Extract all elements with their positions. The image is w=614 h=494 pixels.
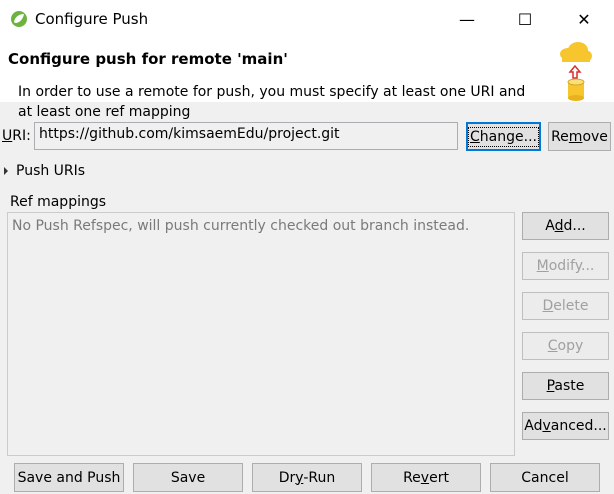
- change-uri-label: Change...: [468, 126, 539, 147]
- close-button[interactable]: ✕: [555, 0, 613, 38]
- change-uri-button[interactable]: Change...: [466, 122, 541, 151]
- push-uris-label: Push URIs: [16, 163, 86, 179]
- window-title: Configure Push: [35, 10, 149, 28]
- ref-mappings-placeholder: No Push Refspec, will push currently che…: [12, 218, 470, 234]
- modify-button[interactable]: Modify...: [522, 252, 609, 280]
- ref-mappings-list[interactable]: No Push Refspec, will push currently che…: [7, 212, 515, 456]
- add-button[interactable]: Add...: [522, 212, 609, 240]
- delete-button[interactable]: Delete: [522, 292, 609, 320]
- spring-leaf-icon: [11, 11, 27, 27]
- modify-label: Modify...: [536, 258, 595, 274]
- copy-button[interactable]: Copy: [522, 332, 609, 360]
- minimize-button[interactable]: —: [438, 0, 496, 38]
- save-and-push-button[interactable]: Save and Push: [14, 463, 124, 492]
- dialog-header: Configure push for remote 'main' In orde…: [0, 38, 614, 120]
- uri-field[interactable]: https://github.com/kimsaemEdu/project.gi…: [34, 122, 458, 150]
- copy-label: Copy: [547, 338, 584, 354]
- revert-label: Revert: [403, 469, 449, 486]
- maximize-icon: ☐: [517, 9, 533, 29]
- minimize-icon: —: [459, 9, 475, 29]
- expand-arrow-icon: [4, 167, 8, 175]
- title-bar: Configure Push — ☐ ✕: [0, 0, 614, 38]
- close-icon: ✕: [577, 9, 591, 29]
- revert-button[interactable]: Revert: [371, 463, 481, 492]
- header-title: Configure push for remote 'main': [8, 50, 288, 68]
- header-message: In order to use a remote for push, you m…: [18, 84, 526, 120]
- save-and-push-label: Save and Push: [17, 469, 121, 486]
- cancel-label: Cancel: [521, 469, 569, 486]
- add-label: Add...: [545, 218, 586, 234]
- remove-uri-label: Remove: [551, 128, 608, 145]
- ref-mappings-label: Ref mappings: [10, 194, 107, 210]
- uri-label: URI:: [2, 128, 31, 144]
- delete-label: Delete: [542, 298, 589, 314]
- maximize-button[interactable]: ☐: [496, 0, 554, 38]
- save-button[interactable]: Save: [133, 463, 243, 492]
- paste-label: Paste: [546, 378, 585, 394]
- advanced-label: Advanced...: [524, 418, 607, 434]
- advanced-button[interactable]: Advanced...: [522, 412, 609, 440]
- cloud-database-push-icon: [560, 42, 592, 101]
- push-uris-toggle[interactable]: Push URIs: [4, 163, 85, 179]
- dry-run-button[interactable]: Dry-Run: [252, 463, 362, 492]
- cancel-button[interactable]: Cancel: [490, 463, 600, 492]
- dry-run-label: Dry-Run: [278, 469, 336, 486]
- save-label: Save: [170, 469, 206, 486]
- paste-button[interactable]: Paste: [522, 372, 609, 400]
- remove-uri-button[interactable]: Remove: [548, 122, 611, 151]
